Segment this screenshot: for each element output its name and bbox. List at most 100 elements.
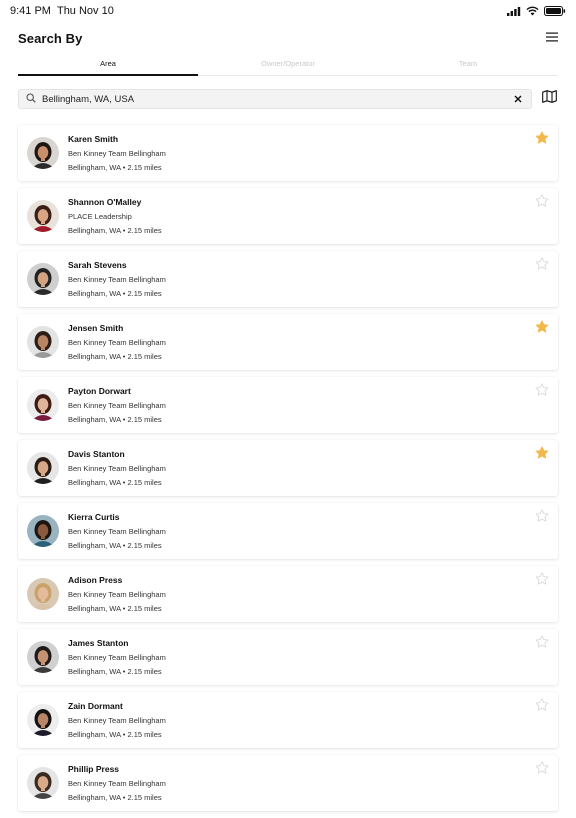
agent-location: Bellingham, WA • 2.15 miles (68, 415, 162, 424)
star-filled-icon[interactable] (535, 446, 549, 460)
map-view-button[interactable] (540, 90, 558, 108)
header: Search By (18, 28, 558, 48)
agent-location: Bellingham, WA • 2.15 miles (68, 352, 162, 361)
agent-card[interactable]: Payton Dorwart Ben Kinney Team Bellingham… (18, 377, 558, 433)
agent-card[interactable]: Sarah Stevens Ben Kinney Team Bellingham B… (18, 251, 558, 307)
avatar (27, 389, 59, 421)
avatar (27, 704, 59, 736)
star-filled-icon[interactable] (535, 131, 549, 145)
agent-card[interactable]: James Stanton Ben Kinney Team Bellingham B… (18, 629, 558, 685)
agent-location: Bellingham, WA • 2.15 miles (68, 667, 162, 676)
agent-name: Phillip Press (68, 764, 120, 774)
star-outline-icon[interactable] (535, 257, 549, 271)
agent-name: Shannon O'Malley (68, 197, 142, 207)
agent-list: Karen Smith Ben Kinney Team Bellingham Bel… (18, 125, 558, 818)
agent-team: Ben Kinney Team Bellingham (68, 590, 166, 599)
close-icon (514, 90, 522, 108)
agent-name: Sarah Stevens (68, 260, 127, 270)
avatar (27, 200, 59, 232)
star-outline-icon[interactable] (535, 194, 549, 208)
agent-location: Bellingham, WA • 2.15 miles (68, 289, 162, 298)
agent-card[interactable]: Shannon O'Malley PLACE Leadership Bellingh… (18, 188, 558, 244)
tab-owner-operator[interactable]: Owner/Operator (198, 55, 378, 75)
agent-location: Bellingham, WA • 2.15 miles (68, 226, 162, 235)
avatar (27, 263, 59, 295)
star-outline-icon[interactable] (535, 572, 549, 586)
avatar (27, 578, 59, 610)
agent-team: Ben Kinney Team Bellingham (68, 275, 166, 284)
status-time: 9:41 PM (10, 5, 51, 17)
agent-info: Phillip Press Ben Kinney Team Bellingham B… (68, 764, 166, 802)
tab-area[interactable]: Area (18, 55, 198, 76)
agent-info: James Stanton Ben Kinney Team Bellingham B… (68, 638, 166, 676)
agent-name: Kierra Curtis (68, 512, 120, 522)
agent-team: Ben Kinney Team Bellingham (68, 653, 166, 662)
avatar (27, 767, 59, 799)
wifi-icon (526, 6, 539, 16)
agent-card[interactable]: Adison Press Ben Kinney Team Bellingham Be… (18, 566, 558, 622)
agent-name: Davis Stanton (68, 449, 125, 459)
avatar (27, 515, 59, 547)
agent-team: Ben Kinney Team Bellingham (68, 464, 166, 473)
cellular-signal-icon (507, 6, 521, 16)
hamburger-menu-icon (546, 29, 558, 47)
status-date: Thu Nov 10 (56, 5, 114, 17)
search-tabs: Area Owner/Operator Team (18, 55, 558, 76)
agent-info: Sarah Stevens Ben Kinney Team Bellingham B… (68, 260, 166, 298)
status-bar: 9:41 PM Thu Nov 10 (0, 0, 576, 22)
agent-card[interactable]: Zain Dormant Ben Kinney Team Bellingham Be… (18, 692, 558, 748)
clear-search-button[interactable] (512, 93, 524, 105)
agent-card[interactable]: Karen Smith Ben Kinney Team Bellingham Bel… (18, 125, 558, 181)
agent-info: Karen Smith Ben Kinney Team Bellingham Bel… (68, 134, 166, 172)
status-left: 9:41 PM Thu Nov 10 (10, 5, 114, 17)
search-box (18, 89, 532, 109)
agent-card[interactable]: Davis Stanton Ben Kinney Team Bellingham B… (18, 440, 558, 496)
agent-card[interactable]: Jensen Smith Ben Kinney Team Bellingham Be… (18, 314, 558, 370)
agent-card[interactable]: Phillip Press Ben Kinney Team Bellingham B… (18, 755, 558, 811)
agent-name: Karen Smith (68, 134, 119, 144)
agent-info: Payton Dorwart Ben Kinney Team Bellingham… (68, 386, 166, 424)
star-outline-icon[interactable] (535, 509, 549, 523)
agent-location: Bellingham, WA • 2.15 miles (68, 541, 162, 550)
avatar (27, 452, 59, 484)
avatar (27, 137, 59, 169)
agent-info: Shannon O'Malley PLACE Leadership Bellingh… (68, 197, 162, 235)
search-icon (26, 90, 36, 108)
agent-location: Bellingham, WA • 2.15 miles (68, 163, 162, 172)
agent-info: Adison Press Ben Kinney Team Bellingham Be… (68, 575, 166, 613)
page-title: Search By (18, 30, 83, 46)
agent-info: Kierra Curtis Ben Kinney Team Bellingham B… (68, 512, 166, 550)
search-row (18, 89, 558, 109)
tab-team[interactable]: Team (378, 55, 558, 75)
search-input[interactable] (42, 93, 506, 105)
agent-team: Ben Kinney Team Bellingham (68, 779, 166, 788)
agent-location: Bellingham, WA • 2.15 miles (68, 478, 162, 487)
agent-team: Ben Kinney Team Bellingham (68, 149, 166, 158)
agent-name: Payton Dorwart (68, 386, 131, 396)
agent-info: Zain Dormant Ben Kinney Team Bellingham Be… (68, 701, 166, 739)
agent-info: Jensen Smith Ben Kinney Team Bellingham Be… (68, 323, 166, 361)
agent-location: Bellingham, WA • 2.15 miles (68, 604, 162, 613)
star-outline-icon[interactable] (535, 635, 549, 649)
agent-team: PLACE Leadership (68, 212, 132, 221)
agent-team: Ben Kinney Team Bellingham (68, 401, 166, 410)
agent-location: Bellingham, WA • 2.15 miles (68, 730, 162, 739)
map-icon (541, 90, 557, 108)
agent-name: Jensen Smith (68, 323, 124, 333)
avatar (27, 326, 59, 358)
agent-team: Ben Kinney Team Bellingham (68, 527, 166, 536)
battery-icon (544, 6, 566, 16)
star-filled-icon[interactable] (535, 320, 549, 334)
status-right (507, 6, 566, 16)
agent-card[interactable]: Kierra Curtis Ben Kinney Team Bellingham B… (18, 503, 558, 559)
menu-button[interactable] (536, 28, 558, 48)
star-outline-icon[interactable] (535, 698, 549, 712)
agent-name: Adison Press (68, 575, 123, 585)
agent-info: Davis Stanton Ben Kinney Team Bellingham B… (68, 449, 166, 487)
agent-location: Bellingham, WA • 2.15 miles (68, 793, 162, 802)
agent-name: James Stanton (68, 638, 129, 648)
star-outline-icon[interactable] (535, 761, 549, 775)
avatar (27, 641, 59, 673)
star-outline-icon[interactable] (535, 383, 549, 397)
agent-team: Ben Kinney Team Bellingham (68, 338, 166, 347)
